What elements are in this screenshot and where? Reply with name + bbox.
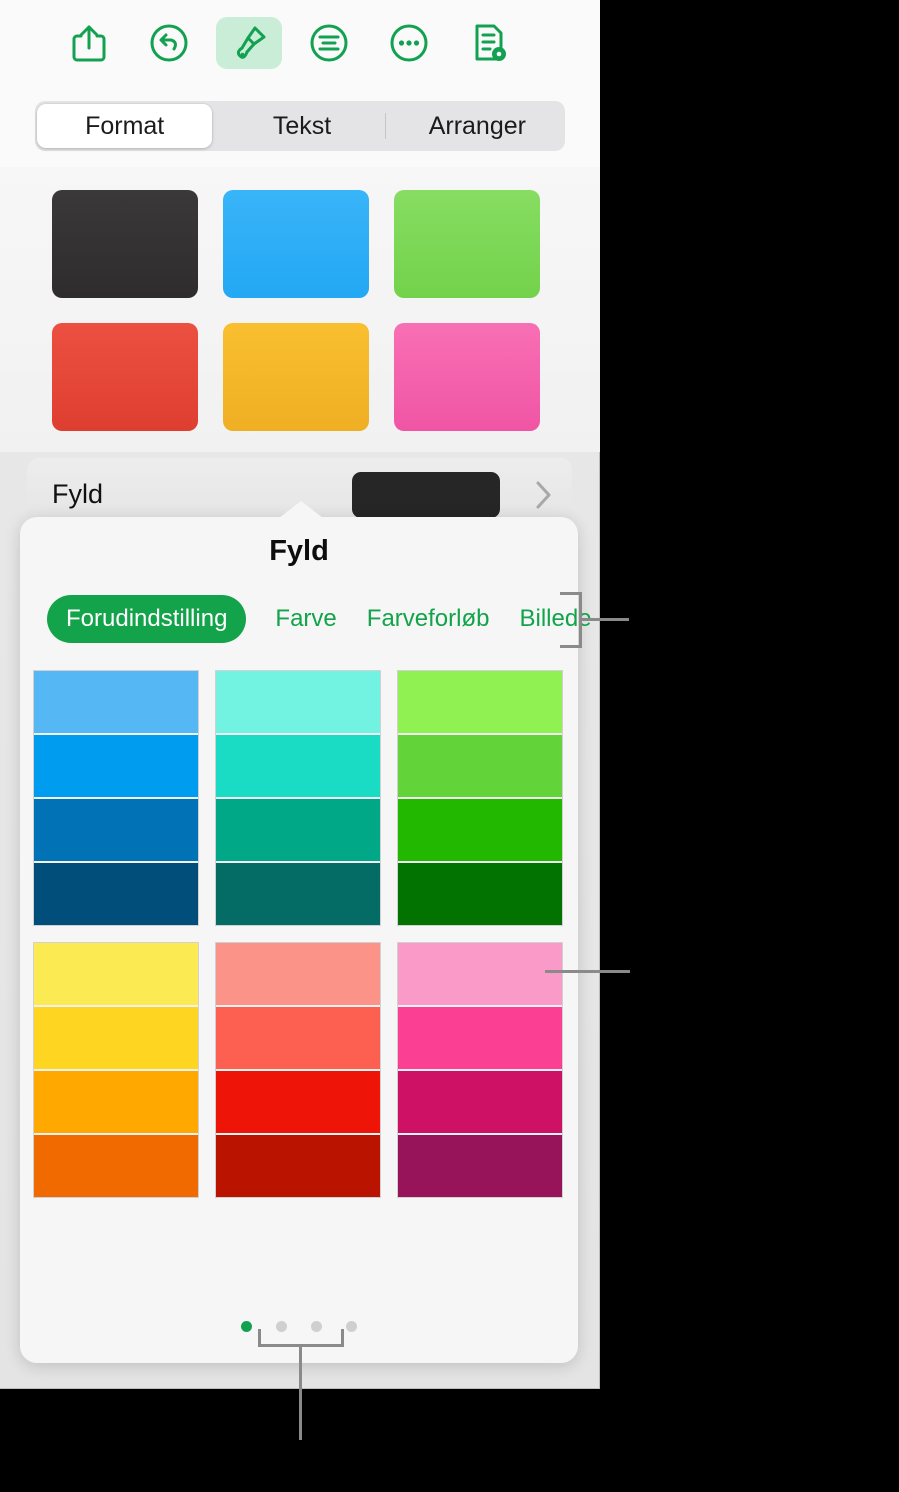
gradient-band bbox=[34, 863, 198, 925]
style-preset-grid bbox=[52, 190, 552, 431]
text-format-icon bbox=[309, 23, 349, 63]
share-icon bbox=[72, 24, 106, 62]
gradient-preset-teal[interactable] bbox=[215, 670, 381, 926]
gradient-band bbox=[34, 799, 198, 863]
text-format-icon-button[interactable] bbox=[296, 17, 362, 69]
gradient-band bbox=[216, 863, 380, 925]
gradient-band bbox=[398, 735, 562, 799]
gradient-band bbox=[216, 943, 380, 1007]
style-preset-red[interactable] bbox=[52, 323, 198, 431]
page-dot-4[interactable] bbox=[346, 1321, 357, 1332]
gradient-preset-yellow[interactable] bbox=[33, 942, 199, 1198]
fill-color-swatch[interactable] bbox=[352, 472, 500, 518]
ellipsis-icon-button[interactable] bbox=[376, 17, 442, 69]
format-inspector-panel: Format Tekst Arranger Fyld Fyld Forudind… bbox=[0, 0, 600, 1389]
inspector-tabs-container: Format Tekst Arranger bbox=[0, 85, 600, 167]
gradient-band bbox=[216, 735, 380, 799]
undo-icon bbox=[149, 23, 189, 63]
style-preset-orange[interactable] bbox=[223, 323, 369, 431]
gradient-preset-grid bbox=[33, 670, 565, 1198]
gradient-band bbox=[216, 1135, 380, 1197]
ellipsis-icon bbox=[389, 23, 429, 63]
gradient-band bbox=[34, 735, 198, 799]
style-preset-green[interactable] bbox=[394, 190, 540, 298]
style-presets-section bbox=[0, 167, 600, 452]
gradient-band bbox=[34, 943, 198, 1007]
top-toolbar bbox=[0, 0, 600, 86]
gradient-band bbox=[398, 1135, 562, 1197]
popover-tab-farve[interactable]: Farve bbox=[275, 595, 336, 643]
gradient-band bbox=[34, 1007, 198, 1071]
undo-icon-button[interactable] bbox=[136, 17, 202, 69]
popover-title: Fyld bbox=[269, 535, 329, 567]
gradient-preset-red[interactable] bbox=[215, 942, 381, 1198]
popover-tab-farveforlob[interactable]: Farveforløb bbox=[367, 595, 490, 643]
gradient-band bbox=[398, 943, 562, 1007]
document-view-icon bbox=[469, 22, 509, 64]
fill-popover: Fyld Forudindstilling Farve Farveforløb … bbox=[20, 501, 592, 1363]
gradient-band bbox=[34, 1071, 198, 1135]
tab-tekst[interactable]: Tekst bbox=[214, 101, 389, 151]
share-icon-button[interactable] bbox=[56, 17, 122, 69]
popover-tab-bar: Forudindstilling Farve Farveforløb Bille… bbox=[20, 595, 592, 643]
tab-arranger[interactable]: Arranger bbox=[390, 101, 565, 151]
gradient-preset-pink[interactable] bbox=[397, 942, 563, 1198]
fill-row-label: Fyld bbox=[52, 478, 104, 509]
gradient-band bbox=[216, 799, 380, 863]
popover-arrow bbox=[279, 501, 323, 518]
gradient-band bbox=[398, 863, 562, 925]
paintbrush-icon-button[interactable] bbox=[216, 16, 282, 69]
popover-tab-forudindstilling[interactable]: Forudindstilling bbox=[47, 595, 247, 643]
callout-tabs-leader-line bbox=[579, 618, 629, 621]
callout-pink-swatch-leader-line bbox=[545, 970, 630, 973]
segmented-control[interactable]: Format Tekst Arranger bbox=[35, 101, 565, 151]
gradient-band bbox=[34, 1135, 198, 1197]
gradient-band bbox=[398, 1071, 562, 1135]
chevron-right-icon bbox=[534, 479, 554, 516]
gradient-preset-green[interactable] bbox=[397, 670, 563, 926]
page-dot-1[interactable] bbox=[241, 1321, 252, 1332]
gradient-band bbox=[398, 799, 562, 863]
gradient-band bbox=[34, 671, 198, 735]
callout-page-dots-leader-line bbox=[299, 1344, 302, 1440]
style-preset-pink[interactable] bbox=[394, 323, 540, 431]
tab-format[interactable]: Format bbox=[37, 104, 213, 148]
gradient-band bbox=[398, 671, 562, 735]
style-preset-blue[interactable] bbox=[223, 190, 369, 298]
paintbrush-icon bbox=[229, 23, 269, 63]
gradient-band bbox=[216, 1007, 380, 1071]
style-preset-dark[interactable] bbox=[52, 190, 198, 298]
gradient-band bbox=[216, 671, 380, 735]
gradient-band bbox=[398, 1007, 562, 1071]
gradient-band bbox=[216, 1071, 380, 1135]
gradient-preset-blue[interactable] bbox=[33, 670, 199, 926]
document-view-icon-button[interactable] bbox=[456, 17, 522, 69]
